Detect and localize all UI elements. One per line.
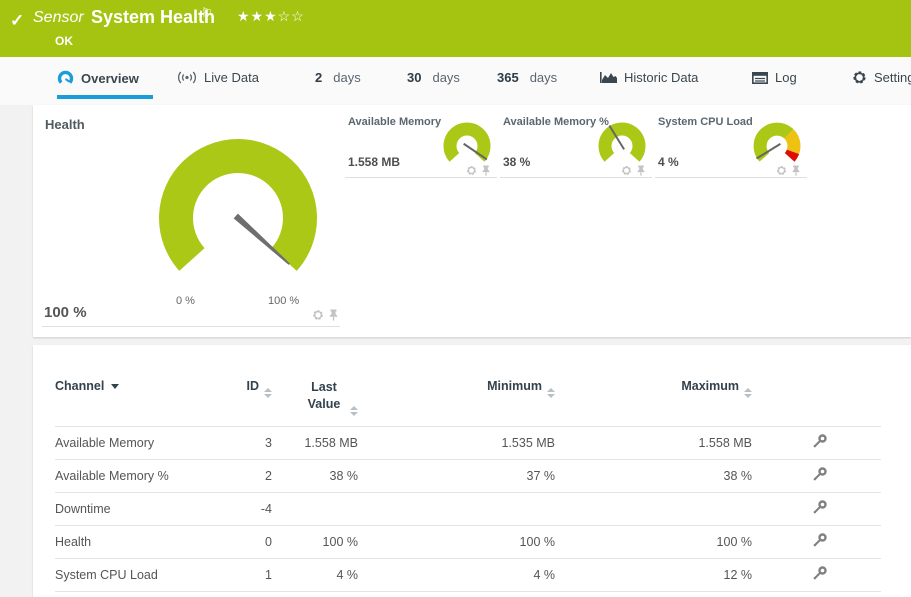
health-gauge-card: Health 0 % 100 % 100 %: [33, 105, 343, 336]
table-row: Health 0 100 % 100 % 100 %: [55, 525, 881, 558]
gauge-pin-icon[interactable]: [481, 165, 491, 176]
col-header-channel[interactable]: Channel: [55, 373, 215, 426]
gauge-pin-icon[interactable]: [328, 309, 339, 321]
gauge-title: System CPU Load: [658, 116, 753, 128]
gauges-panel: Health 0 % 100 % 100 % Available Memory …: [33, 105, 911, 337]
gauge-value: 38 %: [503, 155, 530, 169]
active-tab-underline: [57, 95, 153, 99]
table-row: Available Memory 3 1.558 MB 1.535 MB 1.5…: [55, 426, 881, 459]
available-memory-pct-gauge-card: Available Memory % 38 %: [500, 115, 652, 178]
system-cpu-load-gauge-card: System CPU Load 4 %: [655, 115, 807, 178]
channel-table: Channel ID Last Value Minimum Maximum: [55, 373, 881, 592]
gauge-value: 4 %: [658, 155, 679, 169]
gauge-scale-min: 0 %: [176, 295, 195, 307]
page-title: System Health: [91, 7, 215, 28]
channel-cell: Health: [55, 525, 215, 558]
gauge-gear-icon[interactable]: [312, 309, 324, 321]
tab-log[interactable]: Log: [752, 70, 797, 85]
gauge-pin-icon[interactable]: [791, 165, 801, 176]
gauge-icon: [57, 70, 74, 87]
gauge-gear-icon[interactable]: [466, 165, 477, 176]
gauge-pin-icon[interactable]: [636, 165, 646, 176]
sensor-type-label: Sensor: [33, 9, 84, 27]
channel-cell: Available Memory %: [55, 459, 215, 492]
available-memory-pct-gauge: [594, 121, 650, 171]
channel-settings-wrench-icon[interactable]: [812, 500, 827, 518]
col-header-last-value[interactable]: Last Value: [272, 373, 358, 426]
channel-settings-wrench-icon[interactable]: [812, 467, 827, 485]
gauge-gear-icon[interactable]: [776, 165, 787, 176]
tab-bar: Overview Live Data 2days 30days 365days …: [0, 57, 911, 105]
tab-365-days[interactable]: 365days: [497, 70, 557, 85]
system-cpu-load-gauge: [749, 121, 805, 171]
col-header-maximum[interactable]: Maximum: [555, 373, 752, 426]
available-memory-gauge: [439, 121, 495, 171]
sort-icon: [350, 406, 358, 416]
col-header-id[interactable]: ID: [215, 373, 272, 426]
tab-settings[interactable]: Settings: [852, 70, 911, 85]
channel-cell: System CPU Load: [55, 558, 215, 591]
tab-2-days[interactable]: 2days: [315, 70, 361, 85]
table-row: System CPU Load 1 4 % 4 % 12 %: [55, 558, 881, 591]
channel-cell: Available Memory: [55, 426, 215, 459]
tab-live-data[interactable]: Live Data: [177, 70, 259, 85]
table-row: Downtime -4: [55, 492, 881, 525]
channel-settings-wrench-icon[interactable]: [812, 434, 827, 452]
sort-icon: [547, 388, 555, 398]
gauge-scale-max: 100 %: [268, 295, 299, 307]
available-memory-gauge-card: Available Memory 1.558 MB: [345, 115, 497, 178]
gauge-value: 1.558 MB: [348, 155, 400, 169]
card-divider: [42, 326, 340, 327]
log-list-icon: [752, 72, 768, 84]
sensor-header: ✓ Sensor System Health ⚐ ★★★☆☆ OK: [0, 0, 911, 57]
status-badge: OK: [55, 34, 73, 48]
channel-settings-wrench-icon[interactable]: [812, 533, 827, 551]
gauge-title: Health: [45, 117, 85, 132]
priority-stars[interactable]: ★★★☆☆: [237, 8, 305, 25]
tab-overview[interactable]: Overview: [57, 70, 139, 87]
tab-historic-data[interactable]: Historic Data: [600, 70, 698, 85]
area-chart-icon: [600, 71, 617, 84]
health-gauge: [148, 133, 328, 283]
col-header-minimum[interactable]: Minimum: [358, 373, 555, 426]
live-broadcast-icon: [177, 71, 197, 84]
gauge-gear-icon[interactable]: [621, 165, 632, 176]
sort-desc-icon: [111, 384, 119, 389]
channel-table-panel: Channel ID Last Value Minimum Maximum: [33, 345, 911, 597]
tab-30-days[interactable]: 30days: [407, 70, 460, 85]
table-row: Available Memory % 2 38 % 37 % 38 %: [55, 459, 881, 492]
gauge-title: Available Memory: [348, 116, 441, 128]
sort-icon: [744, 388, 752, 398]
sort-icon: [264, 388, 272, 398]
priority-flag-icon[interactable]: ⚐: [201, 5, 213, 21]
gear-icon: [852, 70, 867, 85]
channel-cell: Downtime: [55, 492, 215, 525]
channel-settings-wrench-icon[interactable]: [812, 566, 827, 584]
status-ok-check-icon: ✓: [10, 11, 24, 31]
gauge-value: 100 %: [44, 304, 87, 321]
